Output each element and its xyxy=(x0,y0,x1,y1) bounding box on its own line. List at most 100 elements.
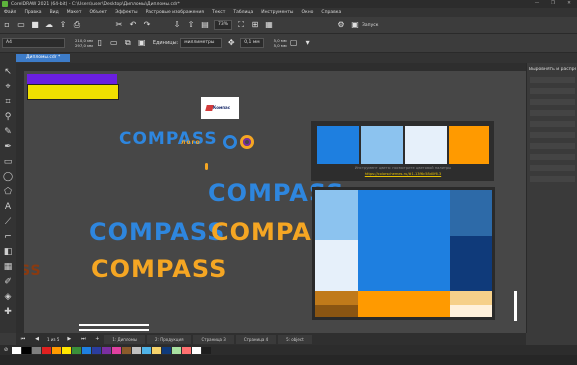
undo-icon[interactable]: ↶ xyxy=(128,20,138,30)
palette-color-2[interactable] xyxy=(22,346,31,354)
cloud-icon[interactable]: ☁ xyxy=(44,20,54,30)
crop-tool-icon[interactable]: ⌗ xyxy=(2,96,14,108)
smart-fill-icon[interactable]: ✚ xyxy=(2,306,14,318)
drawing-canvas[interactable]: Компас COMPASS лого COMPASS COMPASS COMP… xyxy=(24,71,526,333)
docker-row-7[interactable] xyxy=(530,143,575,149)
block-navy[interactable] xyxy=(450,236,492,291)
full-screen-icon[interactable]: ⛶ xyxy=(236,20,246,30)
block-dark-brown[interactable] xyxy=(315,305,358,317)
menu-layout[interactable]: Макет xyxy=(67,10,82,15)
menu-table[interactable]: Таблица xyxy=(233,10,253,15)
block-steel-blue[interactable] xyxy=(450,190,492,236)
docker-row-10[interactable] xyxy=(530,176,575,182)
vertical-white-bar[interactable] xyxy=(514,291,517,321)
menu-effects[interactable]: Эффекты xyxy=(115,10,138,15)
docker-row-3[interactable] xyxy=(530,99,575,105)
pick-tool-icon[interactable]: ↖ xyxy=(2,66,14,78)
shadow-tool-icon[interactable]: ◧ xyxy=(2,246,14,258)
app-launcher-icon[interactable]: ▣ xyxy=(350,20,360,30)
small-caption-text[interactable]: лого xyxy=(181,139,201,146)
docker-row-6[interactable] xyxy=(530,132,575,138)
page-height-field[interactable]: 297,0 мм xyxy=(75,43,93,48)
orange-dot[interactable] xyxy=(205,163,208,170)
palette-color-17[interactable] xyxy=(172,346,181,354)
export-icon[interactable]: ⇧ xyxy=(186,20,196,30)
parallel-dimension-icon[interactable]: ⟋ xyxy=(2,216,14,228)
grid-icon[interactable]: ▦ xyxy=(264,20,274,30)
palette-color-10[interactable] xyxy=(102,346,111,354)
menu-text[interactable]: Текст xyxy=(212,10,225,15)
snap-icon[interactable]: ⊞ xyxy=(250,20,260,30)
palette-color-15[interactable] xyxy=(152,346,161,354)
interactive-fill-icon[interactable]: ◈ xyxy=(2,291,14,303)
palette-color-19[interactable] xyxy=(192,346,201,354)
page-tab-3[interactable]: Страница 3 xyxy=(193,334,234,344)
transparency-tool-icon[interactable]: ▦ xyxy=(2,261,14,273)
compass-wordmark-5[interactable]: COMPASS xyxy=(91,255,227,283)
docker-row-1[interactable] xyxy=(530,77,575,83)
units-select[interactable]: миллиметры xyxy=(180,38,223,48)
page-tab-5[interactable]: 5: object xyxy=(278,334,312,344)
polygon-tool-icon[interactable]: ⬠ xyxy=(2,186,14,198)
shape-tool-icon[interactable]: ⌖ xyxy=(2,81,14,93)
nudge-distance-field[interactable]: 0,1 мм xyxy=(240,38,264,48)
artistic-media-icon[interactable]: ✒ xyxy=(2,141,14,153)
add-page-icon[interactable]: + xyxy=(92,334,102,344)
compass-wordmark-1[interactable]: COMPASS xyxy=(119,129,218,149)
palette-color-1[interactable] xyxy=(12,346,21,354)
white-line-2[interactable] xyxy=(79,329,149,331)
palette-color-14[interactable] xyxy=(142,346,151,354)
launch-label[interactable]: Запуск xyxy=(362,23,378,28)
block-pale-blue[interactable] xyxy=(315,240,358,291)
block-light-blue[interactable] xyxy=(315,190,358,240)
cut-off-text[interactable]: SS xyxy=(24,263,42,279)
page-size-select[interactable]: A4 xyxy=(2,38,65,48)
minimize-button[interactable]: — xyxy=(529,0,545,8)
color-scheme-card[interactable]: Инструмент цвета: посмотрите цветовой па… xyxy=(311,121,494,181)
docker-row-4[interactable] xyxy=(530,110,575,116)
page-tab-1[interactable]: 1: Дипломы xyxy=(104,334,146,344)
page-tab-2[interactable]: 2: Продукция xyxy=(147,334,192,344)
save-icon[interactable]: ■ xyxy=(30,20,40,30)
palette-color-4[interactable] xyxy=(42,346,51,354)
palette-color-6[interactable] xyxy=(62,346,71,354)
pdf-icon[interactable]: ▤ xyxy=(200,20,210,30)
block-peach[interactable] xyxy=(450,291,492,305)
landscape-icon[interactable]: ▭ xyxy=(109,38,119,48)
white-line-1[interactable] xyxy=(79,324,149,326)
blue-ring-icon[interactable] xyxy=(223,135,237,149)
rectangle-tool-icon[interactable]: ▭ xyxy=(2,156,14,168)
menu-help[interactable]: Справка xyxy=(321,10,341,15)
ellipse-tool-icon[interactable]: ◯ xyxy=(2,171,14,183)
zoom-level-field[interactable]: 73% xyxy=(214,20,233,30)
menu-tools[interactable]: Инструменты xyxy=(261,10,293,15)
menu-bitmaps[interactable]: Растровые изображения xyxy=(146,10,204,15)
options-icon[interactable]: ⚙ xyxy=(336,20,346,30)
palette-color-9[interactable] xyxy=(92,346,101,354)
scheme-link[interactable]: https://colorschemes.ru/#1.13f6c58d0f6.3 xyxy=(317,172,489,176)
current-page-icon[interactable]: ▣ xyxy=(137,38,147,48)
color-composition[interactable] xyxy=(312,187,495,320)
import-icon[interactable]: ⇩ xyxy=(172,20,182,30)
duplicate-y-field[interactable]: 5,0 мм xyxy=(274,43,287,48)
palette-color-8[interactable] xyxy=(82,346,91,354)
block-cream[interactable] xyxy=(450,305,492,317)
docker-row-2[interactable] xyxy=(530,88,575,94)
docker-row-5[interactable] xyxy=(530,121,575,127)
prev-page-icon[interactable]: ◀ xyxy=(32,334,42,344)
menu-edit[interactable]: Правка xyxy=(24,10,41,15)
print-icon[interactable]: ⎙ xyxy=(72,20,82,30)
palette-color-20[interactable] xyxy=(202,346,211,354)
block-blue[interactable] xyxy=(358,190,450,291)
palette-color-16[interactable] xyxy=(162,346,171,354)
menu-object[interactable]: Объект xyxy=(89,10,107,15)
menu-view[interactable]: Вид xyxy=(50,10,59,15)
menu-window[interactable]: Окно xyxy=(301,10,313,15)
new-document-icon[interactable]: ▫ xyxy=(2,20,12,30)
no-color-icon[interactable]: ⊘ xyxy=(2,345,10,355)
cut-icon[interactable]: ✂ xyxy=(114,20,124,30)
palette-color-5[interactable] xyxy=(52,346,61,354)
upload-icon[interactable]: ⇪ xyxy=(58,20,68,30)
compass-wordmark-3[interactable]: COMPASS xyxy=(89,218,225,246)
last-page-icon[interactable]: ⏭ xyxy=(78,334,88,344)
